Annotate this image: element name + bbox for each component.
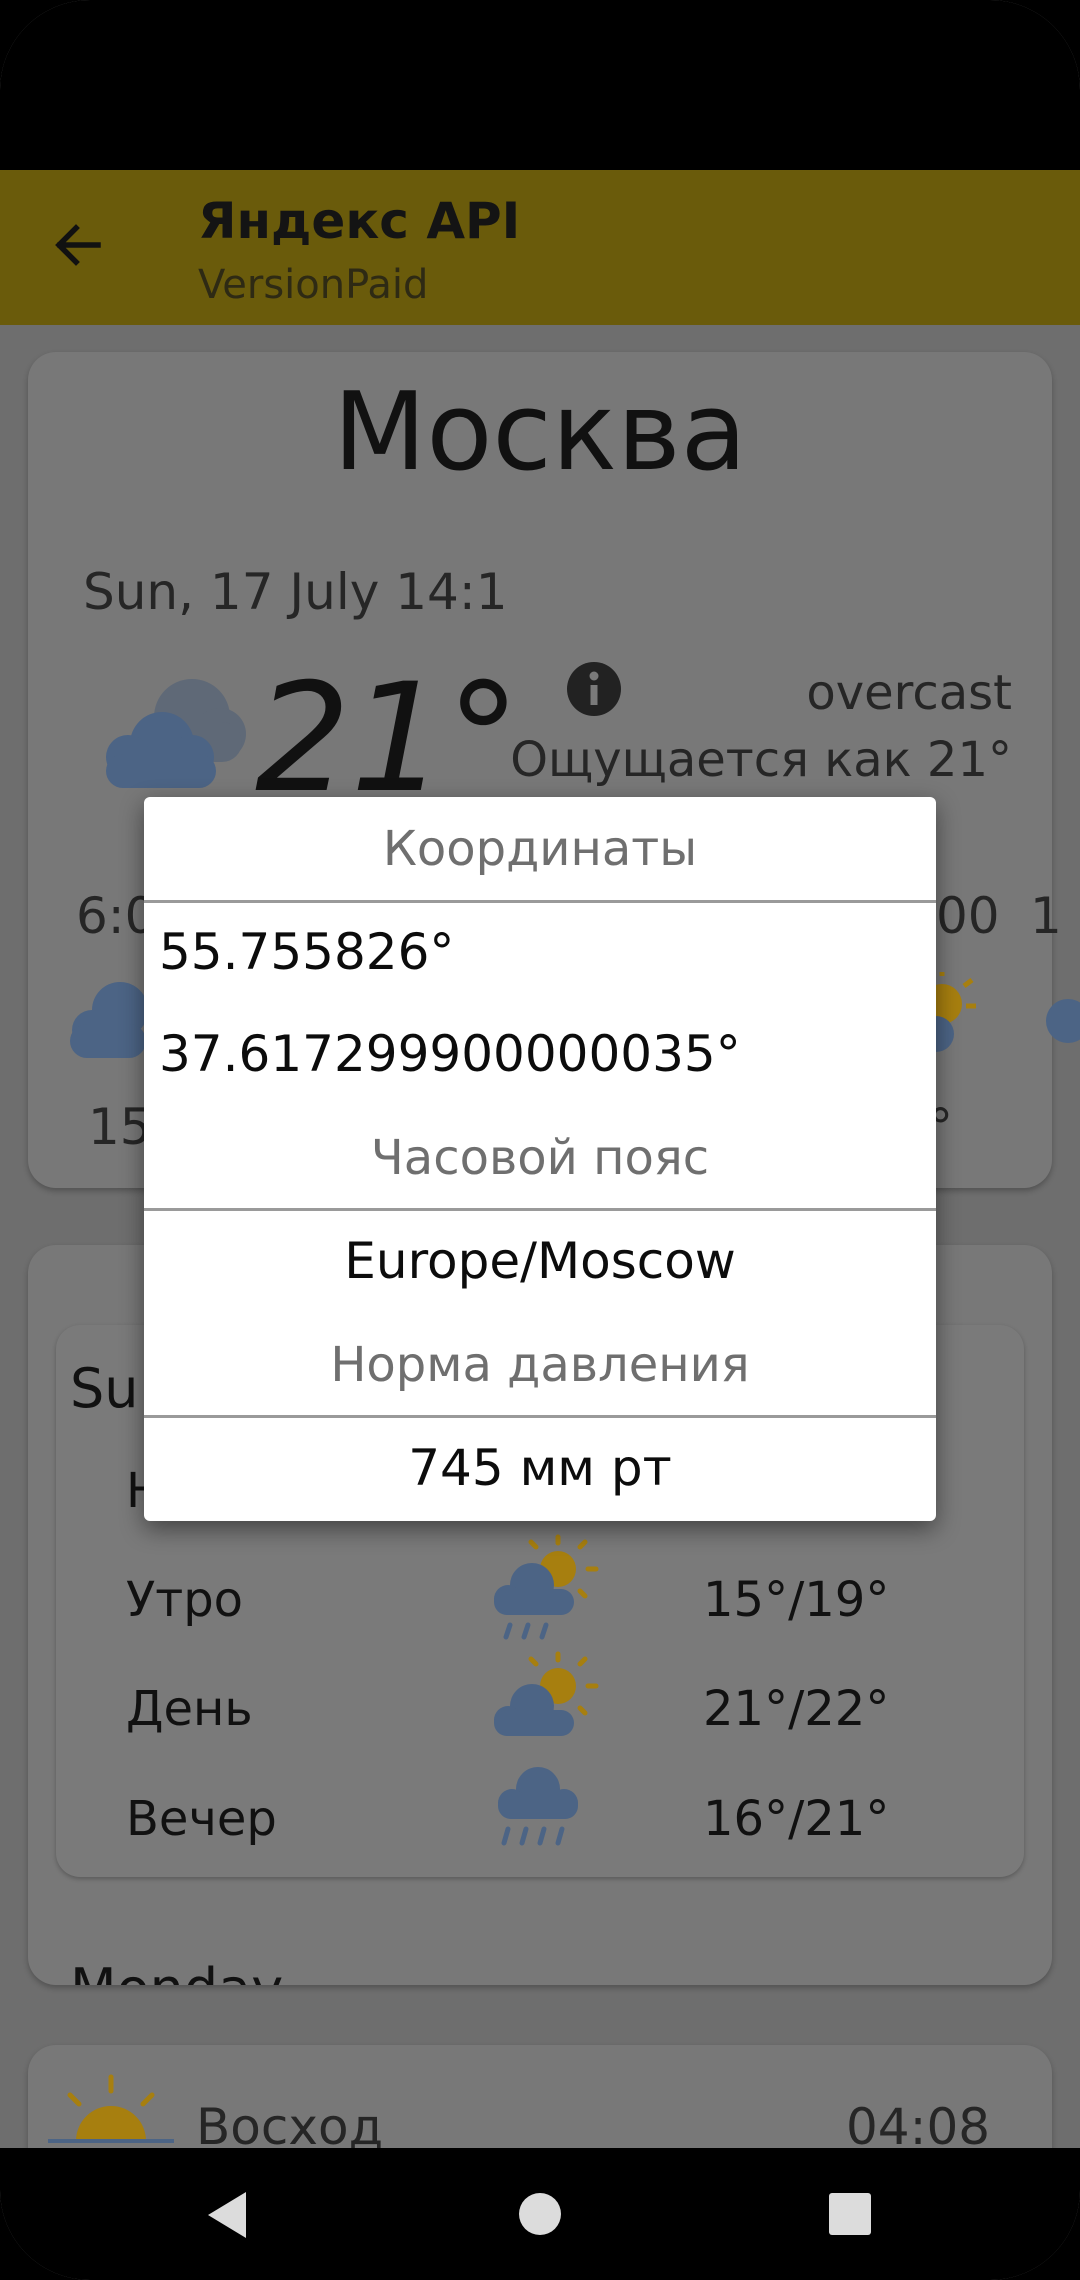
day-part-label: Вечер xyxy=(126,1791,277,1847)
timezone-header: Часовой пояс xyxy=(370,1130,710,1186)
day-part-label: Утро xyxy=(126,1572,244,1628)
pressure-value[interactable]: 745 мм рт xyxy=(144,1439,936,1497)
screen: Яндекс API VersionPaid Москва Sun, 17 Ju… xyxy=(0,0,1080,2280)
latitude-value[interactable]: 55.755826° xyxy=(159,923,454,981)
day-part-label: День xyxy=(126,1681,253,1737)
cloudy-icon xyxy=(106,679,246,788)
divider xyxy=(144,900,936,903)
app-bar xyxy=(0,170,1080,325)
coordinates-header: Координаты xyxy=(382,821,698,877)
day-part-temp: 16°/21° xyxy=(703,1791,890,1847)
nav-recents-icon[interactable] xyxy=(828,2192,872,2236)
partly-cloudy-rain-icon xyxy=(494,1534,599,1640)
nav-back-icon[interactable] xyxy=(204,2190,250,2240)
partly-sunny-icon xyxy=(936,972,976,1052)
app-subtitle: VersionPaid xyxy=(198,262,429,308)
status-bar xyxy=(0,0,1080,170)
divider xyxy=(144,1415,936,1418)
partly-cloudy-icon xyxy=(494,1651,599,1736)
hourly-time: 1 xyxy=(1030,887,1062,945)
location-info-dialog: Координаты 55.755826° 37.617299900000035… xyxy=(144,797,936,1521)
app-title: Яндекс API xyxy=(198,192,521,250)
city-name: Москва xyxy=(333,370,747,495)
next-day-title: Monday xyxy=(70,1957,283,1985)
condition-text: overcast xyxy=(806,665,1012,721)
cloud-icon xyxy=(1046,999,1080,1043)
day-part-temp: 21°/22° xyxy=(703,1681,890,1737)
longitude-value[interactable]: 37.617299900000035° xyxy=(159,1025,741,1083)
divider xyxy=(144,1208,936,1211)
nav-home-icon[interactable] xyxy=(518,2192,562,2236)
sunrise-icon xyxy=(48,2074,174,2143)
rain-icon xyxy=(498,1767,578,1846)
day-part-temp: 15°/19° xyxy=(703,1572,890,1628)
pressure-header: Норма давления xyxy=(330,1337,750,1393)
cloud-icon xyxy=(70,982,146,1058)
info-icon[interactable] xyxy=(566,661,622,717)
hourly-time: 00 xyxy=(936,887,1000,945)
day-title: Su xyxy=(70,1357,139,1420)
current-datetime: Sun, 17 July 14:1 xyxy=(83,563,508,621)
timezone-value[interactable]: Europe/Moscow xyxy=(144,1232,936,1290)
next-day-panel: Monday xyxy=(56,1942,1024,1985)
back-arrow-icon[interactable] xyxy=(48,215,108,275)
hourly-temp: 15 xyxy=(88,1098,152,1156)
feels-like-text: Ощущается как 21° xyxy=(510,732,1012,788)
